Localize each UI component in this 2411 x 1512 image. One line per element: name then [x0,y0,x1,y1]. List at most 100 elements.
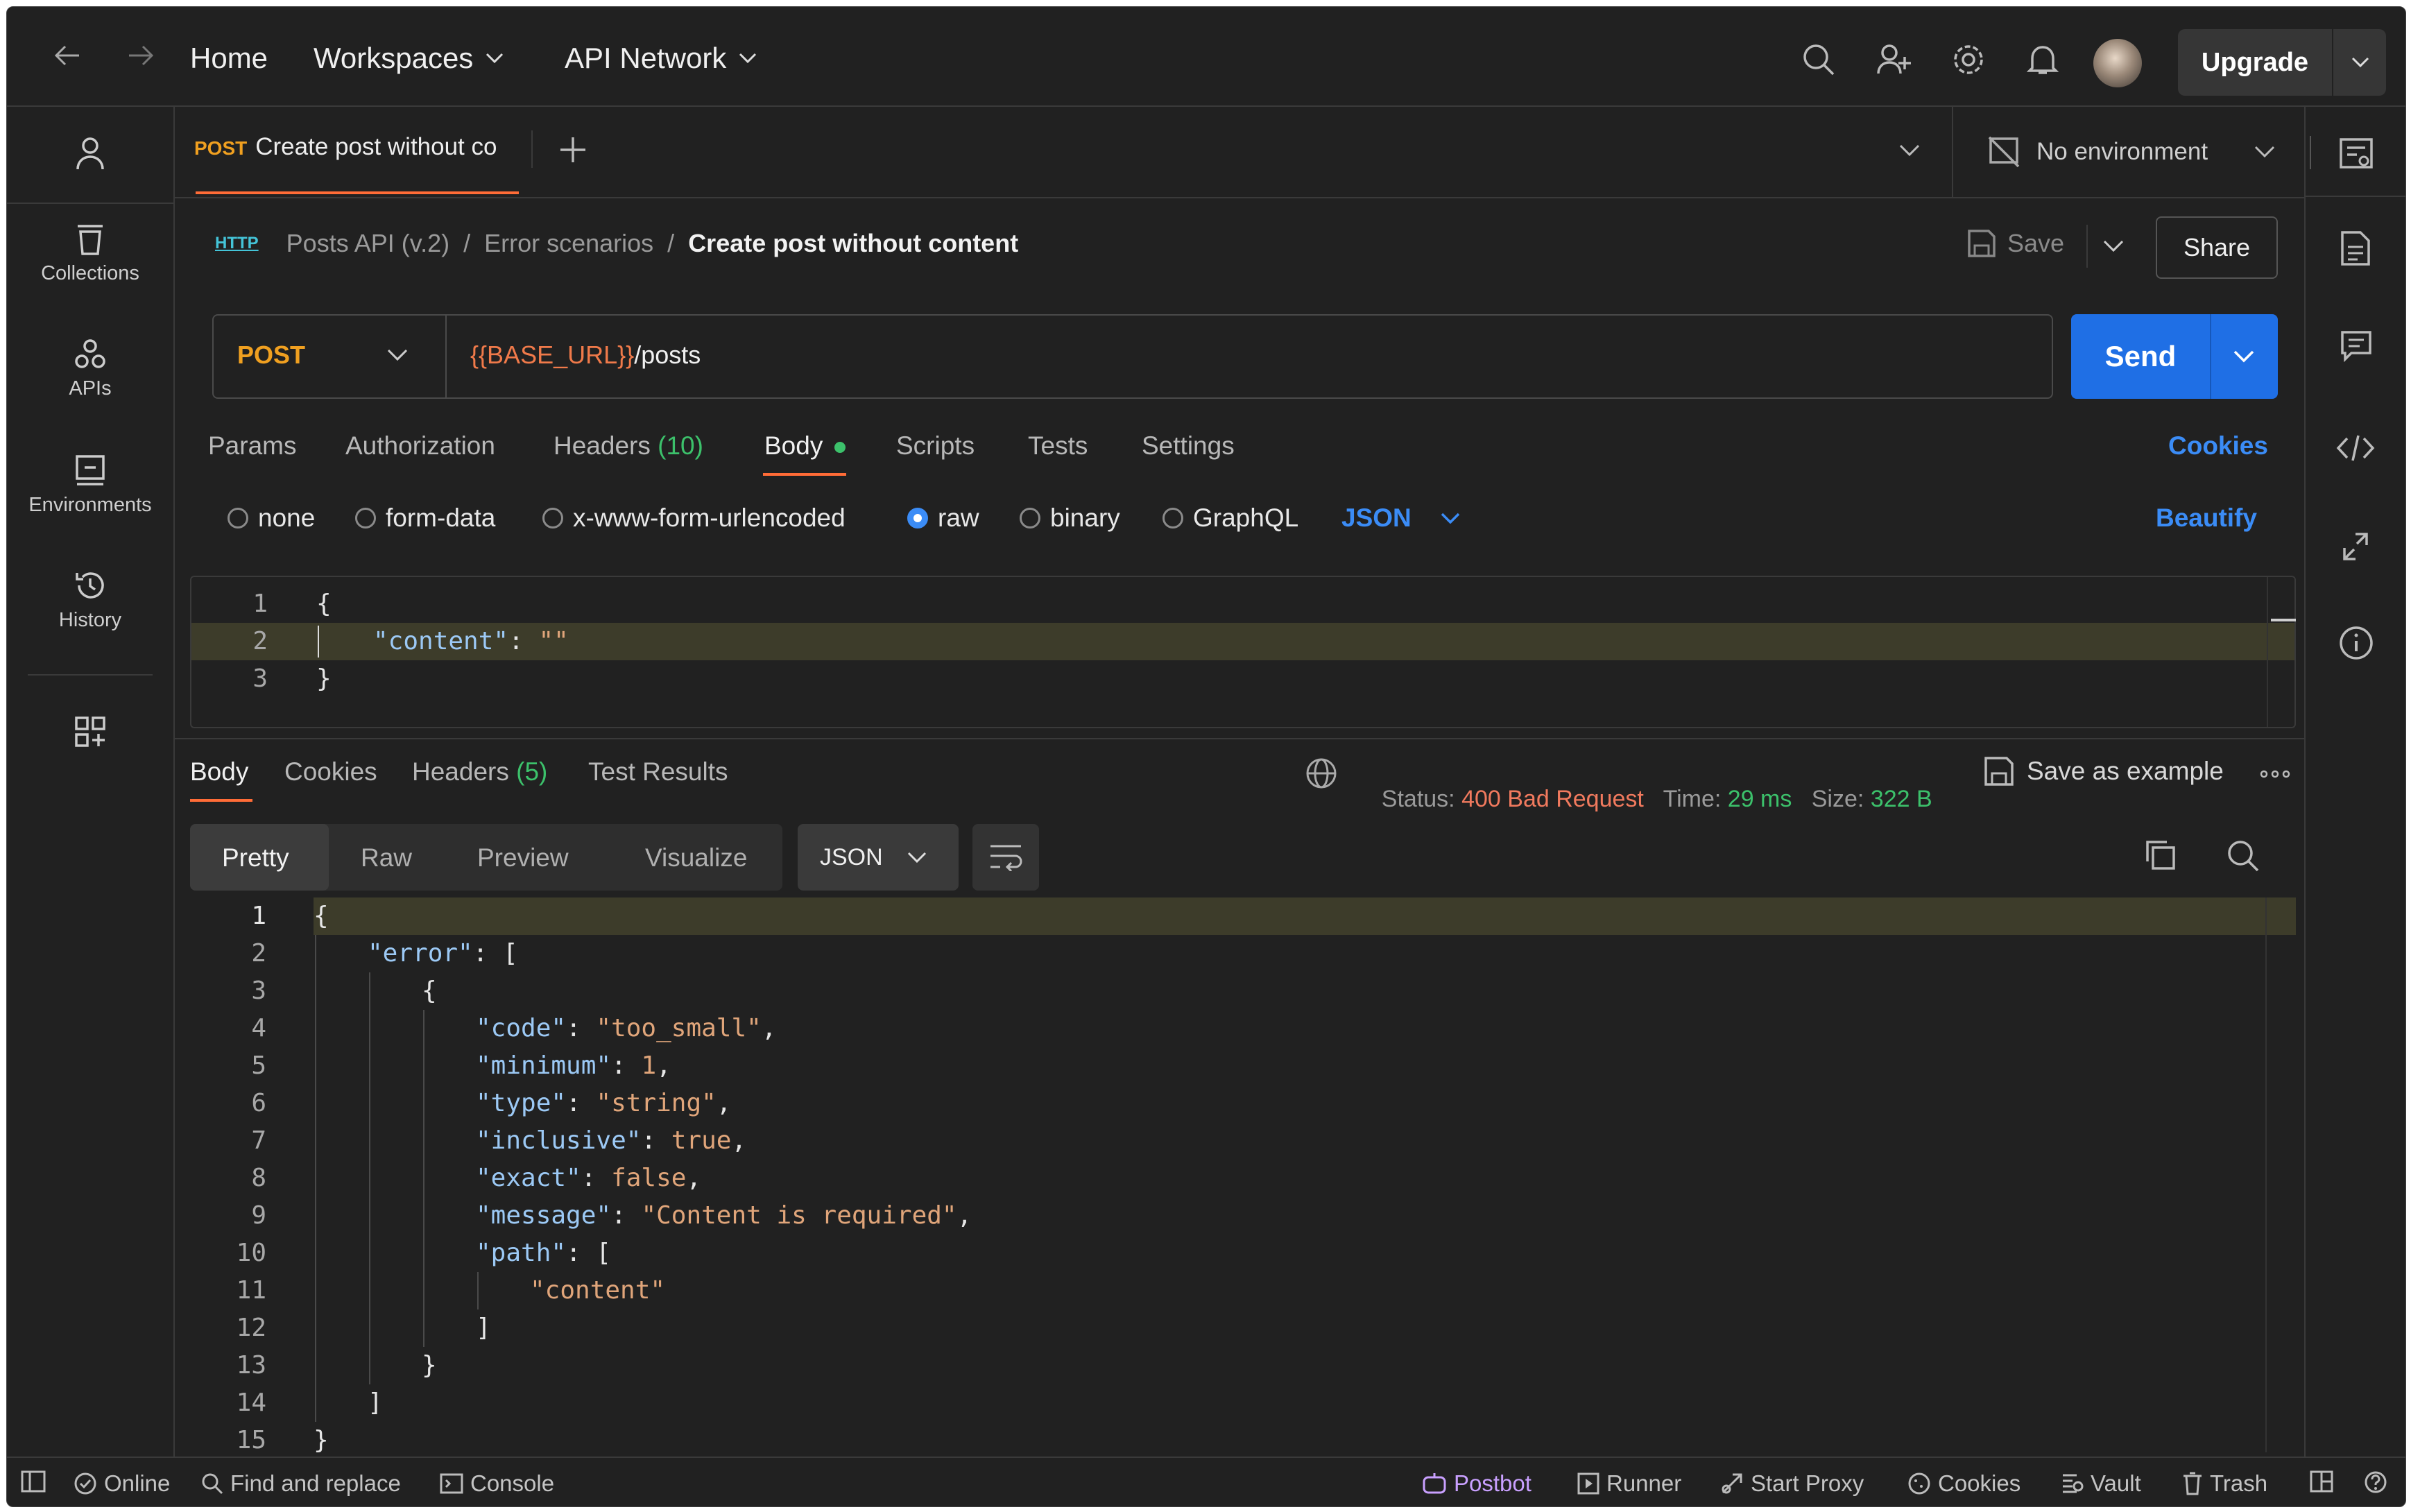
save-button[interactable]: Save [1967,229,2064,258]
breadcrumb-collection[interactable]: Posts API (v.2) [286,229,449,258]
body-option-form-data[interactable]: form-data [355,504,495,533]
copy-icon[interactable] [2145,839,2177,871]
wrap-lines-icon[interactable] [972,824,1039,891]
tab-params[interactable]: Params [208,431,296,461]
response-tab-test-results[interactable]: Test Results [588,757,728,787]
gear-icon[interactable] [1952,43,1985,76]
postbot[interactable]: Postbot [1422,1470,1531,1497]
environment-quick-look-icon[interactable] [2339,137,2374,172]
method-select[interactable]: POST [237,341,305,370]
view-preview[interactable]: Preview [477,843,569,873]
body-option-raw[interactable]: raw [907,504,979,533]
url-input[interactable]: {{BASE_URL}}/posts [470,341,701,370]
sidebar-item-environments[interactable]: Environments [7,454,173,517]
time-value[interactable]: 29 ms [1728,786,1792,812]
more-options-icon[interactable] [2260,770,2290,778]
save-options-chevron-icon[interactable] [2103,240,2124,252]
avatar[interactable] [2093,39,2142,87]
toggle-sidebar-icon[interactable] [21,1470,46,1493]
cookies-link[interactable]: Cookies [2168,431,2268,461]
radio-form-data[interactable] [355,508,376,529]
radio-none[interactable] [228,508,248,529]
indent-guide [315,1085,316,1122]
response-format-select[interactable]: JSON [798,824,959,891]
breadcrumb-current[interactable]: Create post without content [688,229,1018,258]
view-visualize[interactable]: Visualize [645,843,747,873]
json-punct: { [314,902,329,930]
tab-tests[interactable]: Tests [1028,431,1088,461]
indent-guide [369,1160,370,1197]
radio-binary[interactable] [1020,508,1040,529]
search-response-icon[interactable] [2226,839,2260,873]
tab-settings[interactable]: Settings [1142,431,1235,461]
console[interactable]: Console [440,1470,554,1497]
json-string: "Content is required" [641,1201,957,1230]
body-option-binary[interactable]: binary [1020,504,1120,533]
size-value[interactable]: 322 B [1871,786,1932,812]
nav-home[interactable]: Home [190,42,268,75]
info-icon[interactable] [2339,626,2374,660]
globe-icon[interactable] [1305,757,1337,789]
find-and-replace[interactable]: Find and replace [201,1470,401,1497]
request-body-editor[interactable]: 1 { 2 "content": "" 3 } [190,576,2296,728]
body-option-urlencoded[interactable]: x-www-form-urlencoded [542,504,846,533]
environment-selector[interactable]: No environment [1988,136,2275,168]
vault[interactable]: Vault [2061,1470,2141,1497]
forward-arrow-icon[interactable] [128,44,154,67]
tabs-dropdown-chevron-icon[interactable] [1899,144,1920,157]
body-option-graphql[interactable]: GraphQL [1162,504,1298,533]
view-pretty[interactable]: Pretty [222,843,289,873]
line-number: 10 [236,1239,266,1267]
nav-workspaces[interactable]: Workspaces [314,42,504,75]
body-format-select[interactable]: JSON [1341,504,1460,533]
search-icon[interactable] [1802,43,1835,76]
radio-raw[interactable] [907,508,928,529]
tab-headers[interactable]: Headers (10) [554,431,703,461]
breadcrumb-folder[interactable]: Error scenarios [484,229,653,258]
nav-api-network[interactable]: API Network [565,42,757,75]
invite-user-icon[interactable] [1877,43,1912,76]
json-key: "inclusive" [476,1126,642,1155]
status-value[interactable]: 400 Bad Request [1461,786,1644,812]
upgrade-button[interactable]: Upgrade [2178,29,2386,96]
sidebar: Collections APIs Environments History [7,105,175,1457]
documentation-icon[interactable] [2340,230,2371,266]
trash[interactable]: Trash [2182,1470,2267,1497]
tab-scripts[interactable]: Scripts [896,431,975,461]
runner[interactable]: Runner [1577,1470,1681,1497]
two-pane-view-icon[interactable] [2310,1470,2333,1493]
tab-body[interactable]: Body [764,431,846,461]
body-option-none[interactable]: none [228,504,315,533]
response-body-viewer[interactable]: 1{2 "error": [3{4 "code": "too_small", 5 "mi… [190,897,2296,1452]
save-as-example-button[interactable]: Save as example [1984,756,2224,787]
back-arrow-icon[interactable] [54,44,80,67]
configure-sidebar-icon[interactable] [7,716,173,748]
sidebar-item-history[interactable]: History [7,569,173,632]
sidebar-profile-icon[interactable] [7,136,173,171]
online-status[interactable]: Online [74,1470,170,1497]
share-button[interactable]: Share [2156,216,2278,279]
start-proxy[interactable]: Start Proxy [1720,1470,1864,1497]
cookies-statusbar[interactable]: Cookies [1907,1470,2020,1497]
response-tab-headers[interactable]: Headers (5) [412,757,547,787]
response-tab-cookies[interactable]: Cookies [284,757,377,787]
json-string: "too_small" [596,1014,762,1042]
code-snippet-icon[interactable] [2336,434,2375,462]
related-collections-icon[interactable] [2342,531,2369,562]
send-button[interactable]: Send [2071,314,2278,399]
send-label: Send [2104,340,2177,372]
new-tab-plus-icon[interactable] [559,136,587,164]
radio-graphql[interactable] [1162,508,1183,529]
sidebar-item-apis[interactable]: APIs [7,338,173,400]
response-tab-body[interactable]: Body [190,757,248,787]
comments-icon[interactable] [2340,330,2372,362]
view-raw[interactable]: Raw [361,843,412,873]
bell-icon[interactable] [2027,43,2059,76]
request-tab[interactable]: POST Create post without co [194,133,497,161]
help-icon[interactable] [2364,1470,2387,1494]
radio-urlencoded[interactable] [542,508,563,529]
sidebar-item-collections[interactable]: Collections [7,222,173,285]
tab-authorization[interactable]: Authorization [345,431,495,461]
chevron-down-icon[interactable] [387,349,408,361]
beautify-link[interactable]: Beautify [2156,504,2257,533]
